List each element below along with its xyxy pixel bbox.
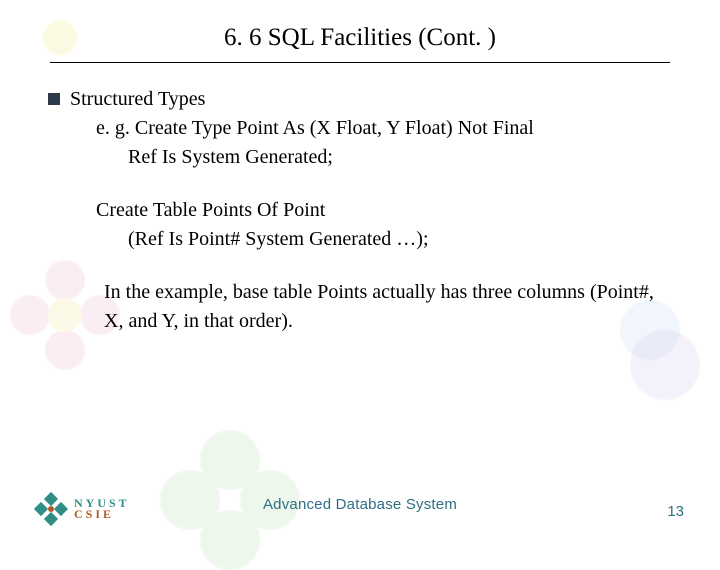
slide-title: 6. 6 SQL Facilities (Cont. ) (218, 24, 502, 56)
explanation-paragraph: In the example, base table Points actual… (48, 278, 674, 336)
bullet-item: Structured Types (48, 85, 674, 114)
square-bullet-icon (48, 93, 60, 105)
footer-title: Advanced Database System (0, 496, 720, 513)
content-area: Structured Types e. g. Create Type Point… (46, 85, 674, 336)
title-wrap: 6. 6 SQL Facilities (Cont. ) (46, 24, 674, 56)
code-line: (Ref Is Point# System Generated …); (48, 225, 674, 254)
footer: Advanced Database System 13 (0, 496, 720, 520)
bullet-heading: Structured Types (70, 85, 205, 114)
code-line: Ref Is System Generated; (48, 143, 674, 172)
slide: 6. 6 SQL Facilities (Cont. ) Structured … (0, 0, 720, 540)
code-line: Create Table Points Of Point (48, 196, 674, 225)
code-line: e. g. Create Type Point As (X Float, Y F… (48, 114, 674, 143)
page-number: 13 (667, 503, 684, 520)
title-underline (50, 62, 670, 63)
